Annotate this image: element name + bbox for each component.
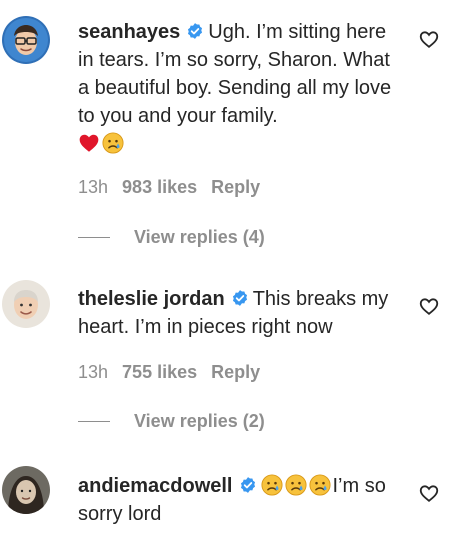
comment-text-block: andiemacdowell I’m so sorry lord <box>78 472 403 528</box>
timestamp: 13h <box>78 362 109 382</box>
comment-text-block: theleslie jordan This breaks my heart. I’… <box>78 285 403 341</box>
comment-meta: 13h 983 likes Reply <box>78 177 260 198</box>
divider-line <box>78 237 110 238</box>
avatar[interactable] <box>2 16 50 64</box>
username[interactable]: seanhayes <box>78 21 180 43</box>
timestamp: 13h <box>78 177 109 197</box>
username[interactable]: theleslie jordan <box>78 288 225 310</box>
likes-count[interactable]: 983 likes <box>122 177 197 198</box>
reply-button[interactable]: Reply <box>211 177 260 198</box>
verified-badge-icon <box>186 22 204 40</box>
sad-tear-emoji <box>261 474 283 496</box>
avatar[interactable] <box>2 280 50 328</box>
heart-outline-icon[interactable] <box>418 482 440 504</box>
reply-button[interactable]: Reply <box>211 362 260 383</box>
verified-badge-icon <box>231 289 249 307</box>
heart-outline-icon[interactable] <box>418 28 440 50</box>
red-heart-emoji <box>78 132 100 154</box>
avatar[interactable] <box>2 466 50 514</box>
view-replies-button[interactable]: View replies (2) <box>78 411 265 432</box>
verified-badge-icon <box>239 476 257 494</box>
heart-outline-icon[interactable] <box>418 295 440 317</box>
sad-tear-emoji <box>285 474 307 496</box>
divider-line <box>78 421 110 422</box>
sad-tear-emoji <box>309 474 331 496</box>
likes-count[interactable]: 755 likes <box>122 362 197 383</box>
username[interactable]: andiemacdowell <box>78 475 233 497</box>
view-replies-label[interactable]: View replies (4) <box>134 227 265 248</box>
sad-tear-emoji <box>102 132 124 154</box>
view-replies-label[interactable]: View replies (2) <box>134 411 265 432</box>
view-replies-button[interactable]: View replies (4) <box>78 227 265 248</box>
comment-text-block: seanhayes Ugh. I’m sitting here in tears.… <box>78 18 403 158</box>
comment-meta: 13h 755 likes Reply <box>78 362 260 383</box>
